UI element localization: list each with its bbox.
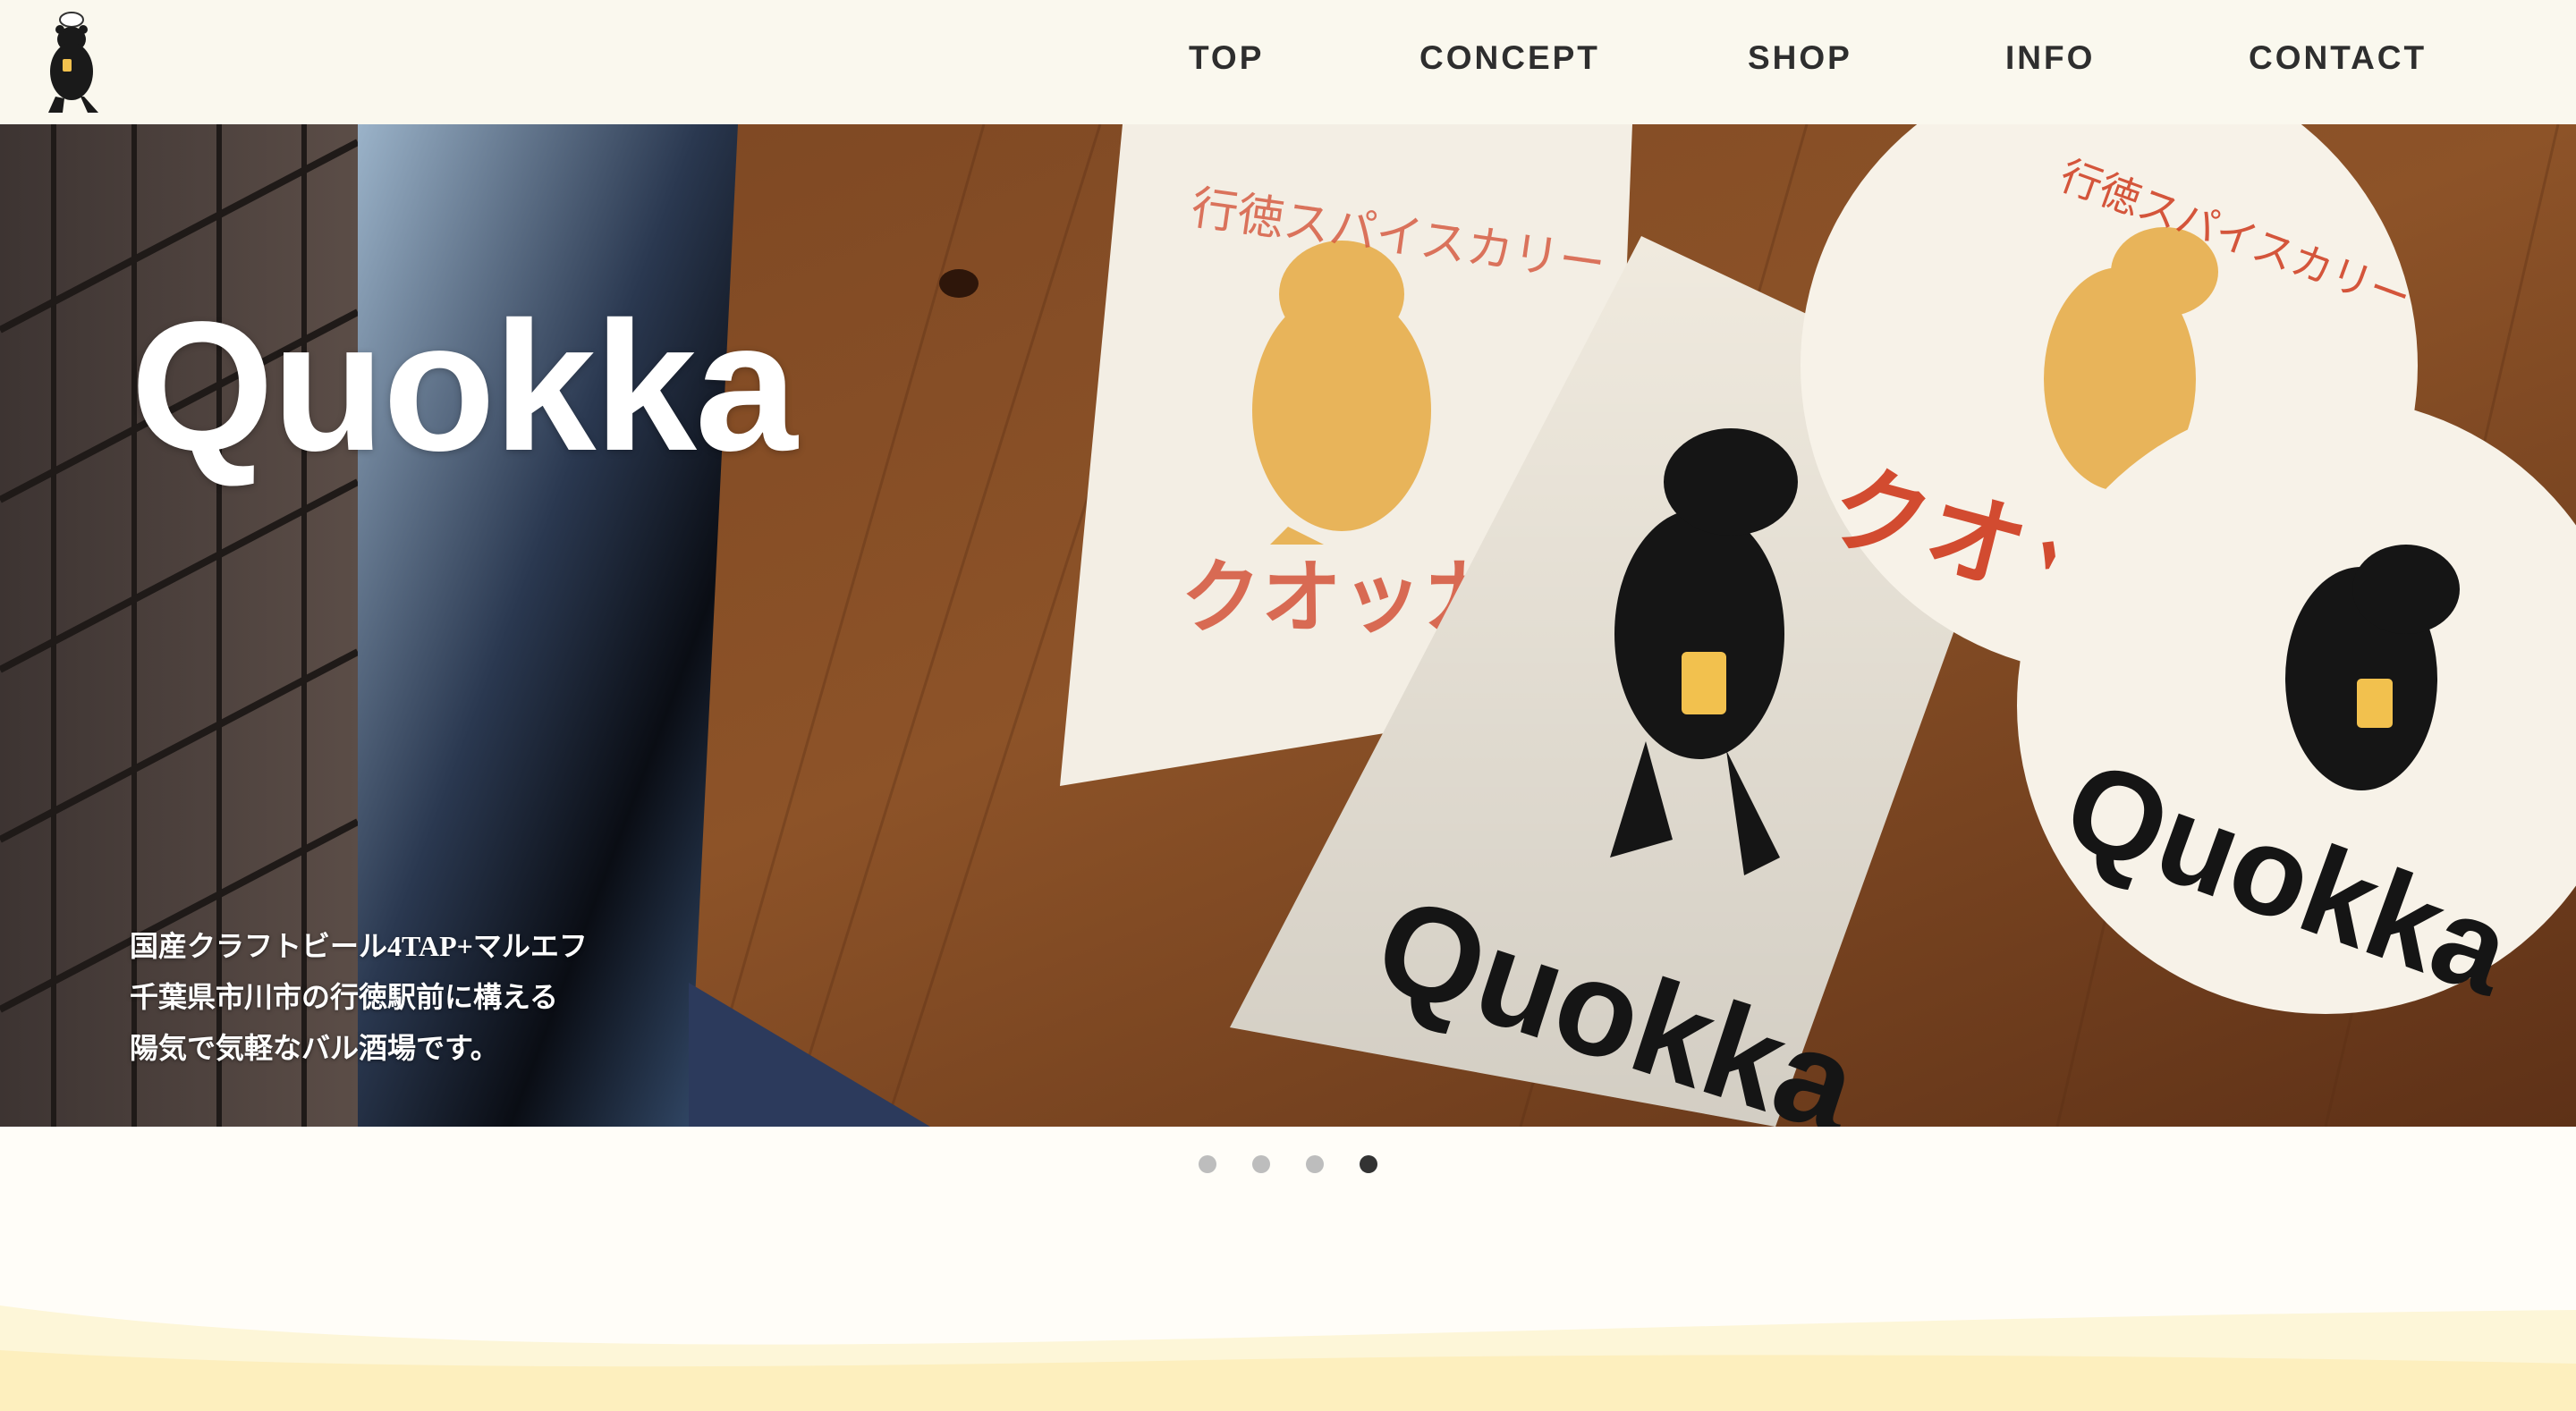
nav-contact[interactable]: CONTACT — [2249, 39, 2427, 77]
site-header: TOP CONCEPT SHOP INFO CONTACT — [0, 0, 2576, 124]
hero-title: Quokka — [131, 283, 798, 489]
hero-description: 国産クラフトビール4TAP+マルエフ 千葉県市川市の行徳駅前に構える 陽気で気軽… — [130, 921, 588, 1074]
slider-dot-3[interactable] — [1306, 1155, 1324, 1173]
nav-concept[interactable]: CONCEPT — [1419, 39, 1600, 77]
slider-dot-1[interactable] — [1199, 1155, 1216, 1173]
decorative-wave — [0, 1305, 2576, 1411]
slider-dot-2[interactable] — [1252, 1155, 1270, 1173]
hero-copy-line: 陽気で気軽なバル酒場です。 — [130, 1032, 499, 1064]
nav-info[interactable]: INFO — [2005, 39, 2095, 77]
hero-copy-line: 千葉県市川市の行徳駅前に構える — [130, 981, 559, 1013]
nav-shop[interactable]: SHOP — [1748, 39, 1852, 77]
nav-top[interactable]: TOP — [1189, 39, 1264, 77]
hero-copy-line: 国産クラフトビール4TAP+マルエフ — [130, 930, 588, 962]
bear-logo-icon[interactable] — [36, 7, 107, 116]
slider-dot-4[interactable] — [1360, 1155, 1377, 1173]
